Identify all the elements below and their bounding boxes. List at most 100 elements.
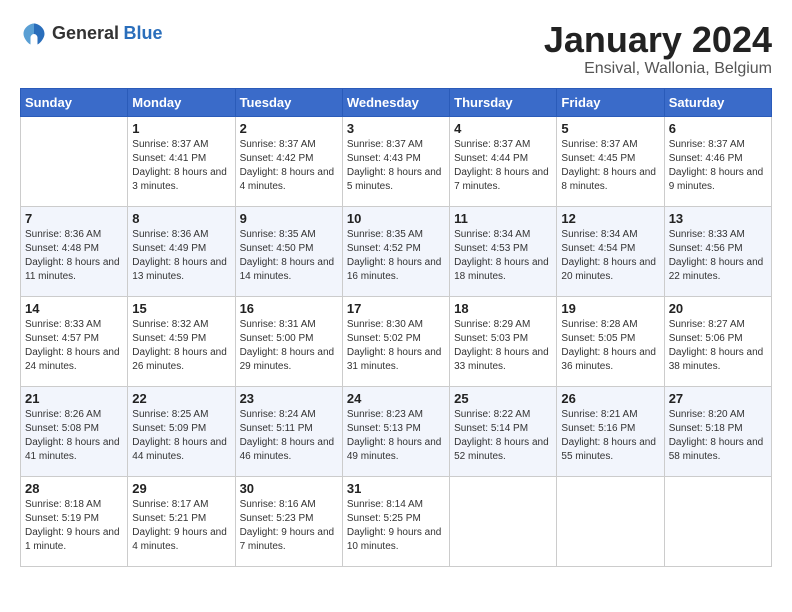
day-info: Sunrise: 8:24 AM Sunset: 5:11 PM Dayligh… bbox=[240, 408, 338, 464]
day-info: Sunrise: 8:32 AM Sunset: 4:59 PM Dayligh… bbox=[132, 318, 230, 374]
calendar-cell: 8 Sunrise: 8:36 AM Sunset: 4:49 PM Daylig… bbox=[128, 206, 235, 296]
header-saturday: Saturday bbox=[664, 88, 771, 116]
calendar-cell: 13Sunrise: 8:33 AM Sunset: 4:56 PM Dayli… bbox=[664, 206, 771, 296]
calendar-cell: 23 Sunrise: 8:24 AM Sunset: 5:11 PM Dayli… bbox=[235, 386, 342, 476]
day-info: Sunrise: 8:33 AM Sunset: 4:57 PM Dayligh… bbox=[25, 318, 123, 374]
day-number: 7 bbox=[25, 211, 123, 226]
calendar-header-row: Sunday Monday Tuesday Wednesday Thursday… bbox=[21, 88, 772, 116]
day-number: 5 bbox=[561, 121, 659, 136]
calendar-cell: 26 Sunrise: 8:21 AM Sunset: 5:16 PM Dayli… bbox=[557, 386, 664, 476]
day-number: 8 bbox=[132, 211, 230, 226]
calendar-cell: 24 Sunrise: 8:23 AM Sunset: 5:13 PM Dayli… bbox=[342, 386, 449, 476]
day-number: 2 bbox=[240, 121, 338, 136]
calendar-cell: 31 Sunrise: 8:14 AM Sunset: 5:25 PM Dayli… bbox=[342, 476, 449, 566]
day-number: 3 bbox=[347, 121, 445, 136]
day-number: 9 bbox=[240, 211, 338, 226]
day-number: 31 bbox=[347, 481, 445, 496]
day-info: Sunrise: 8:37 AM Sunset: 4:46 PM Dayligh… bbox=[669, 138, 767, 194]
day-info: Sunrise: 8:34 AM Sunset: 4:54 PM Dayligh… bbox=[561, 228, 659, 284]
day-number: 16 bbox=[240, 301, 338, 316]
calendar-cell: 4 Sunrise: 8:37 AM Sunset: 4:44 PM Daylig… bbox=[450, 116, 557, 206]
header-tuesday: Tuesday bbox=[235, 88, 342, 116]
day-number: 26 bbox=[561, 391, 659, 406]
day-info: Sunrise: 8:36 AM Sunset: 4:49 PM Dayligh… bbox=[132, 228, 230, 284]
day-number: 20 bbox=[669, 301, 767, 316]
calendar-cell: 27Sunrise: 8:20 AM Sunset: 5:18 PM Dayli… bbox=[664, 386, 771, 476]
day-number: 21 bbox=[25, 391, 123, 406]
day-number: 27 bbox=[669, 391, 767, 406]
day-number: 6 bbox=[669, 121, 767, 136]
day-info: Sunrise: 8:31 AM Sunset: 5:00 PM Dayligh… bbox=[240, 318, 338, 374]
day-info: Sunrise: 8:18 AM Sunset: 5:19 PM Dayligh… bbox=[25, 498, 123, 554]
calendar-cell: 10 Sunrise: 8:35 AM Sunset: 4:52 PM Dayli… bbox=[342, 206, 449, 296]
calendar-cell: 12 Sunrise: 8:34 AM Sunset: 4:54 PM Dayli… bbox=[557, 206, 664, 296]
day-number: 24 bbox=[347, 391, 445, 406]
day-info: Sunrise: 8:37 AM Sunset: 4:43 PM Dayligh… bbox=[347, 138, 445, 194]
day-info: Sunrise: 8:28 AM Sunset: 5:05 PM Dayligh… bbox=[561, 318, 659, 374]
day-info: Sunrise: 8:27 AM Sunset: 5:06 PM Dayligh… bbox=[669, 318, 767, 374]
logo: General Blue bbox=[20, 20, 163, 48]
location-subtitle: Ensival, Wallonia, Belgium bbox=[544, 60, 772, 78]
calendar-cell: 7Sunrise: 8:36 AM Sunset: 4:48 PM Daylig… bbox=[21, 206, 128, 296]
day-number: 1 bbox=[132, 121, 230, 136]
logo-general: General bbox=[52, 23, 119, 43]
calendar-cell: 5 Sunrise: 8:37 AM Sunset: 4:45 PM Daylig… bbox=[557, 116, 664, 206]
day-info: Sunrise: 8:14 AM Sunset: 5:25 PM Dayligh… bbox=[347, 498, 445, 554]
calendar-cell: 22Sunrise: 8:25 AM Sunset: 5:09 PM Dayli… bbox=[128, 386, 235, 476]
calendar-cell: 21 Sunrise: 8:26 AM Sunset: 5:08 PM Dayli… bbox=[21, 386, 128, 476]
page-header: General Blue January 2024 Ensival, Wallo… bbox=[20, 20, 772, 78]
calendar-cell: 18 Sunrise: 8:29 AM Sunset: 5:03 PM Dayli… bbox=[450, 296, 557, 386]
calendar-cell: 19 Sunrise: 8:28 AM Sunset: 5:05 PM Dayli… bbox=[557, 296, 664, 386]
logo-blue: Blue bbox=[124, 23, 163, 43]
day-info: Sunrise: 8:17 AM Sunset: 5:21 PM Dayligh… bbox=[132, 498, 230, 554]
day-number: 22 bbox=[132, 391, 230, 406]
calendar-cell bbox=[21, 116, 128, 206]
calendar-cell: 30Sunrise: 8:16 AM Sunset: 5:23 PM Dayli… bbox=[235, 476, 342, 566]
day-number: 15 bbox=[132, 301, 230, 316]
calendar-cell: 16 Sunrise: 8:31 AM Sunset: 5:00 PM Dayli… bbox=[235, 296, 342, 386]
calendar-week-row: 28 Sunrise: 8:18 AM Sunset: 5:19 PM Dayli… bbox=[21, 476, 772, 566]
day-info: Sunrise: 8:30 AM Sunset: 5:02 PM Dayligh… bbox=[347, 318, 445, 374]
day-number: 10 bbox=[347, 211, 445, 226]
calendar-cell: 6 Sunrise: 8:37 AM Sunset: 4:46 PM Daylig… bbox=[664, 116, 771, 206]
header-sunday: Sunday bbox=[21, 88, 128, 116]
day-info: Sunrise: 8:34 AM Sunset: 4:53 PM Dayligh… bbox=[454, 228, 552, 284]
day-info: Sunrise: 8:35 AM Sunset: 4:52 PM Dayligh… bbox=[347, 228, 445, 284]
day-number: 18 bbox=[454, 301, 552, 316]
day-info: Sunrise: 8:22 AM Sunset: 5:14 PM Dayligh… bbox=[454, 408, 552, 464]
calendar-cell: 11Sunrise: 8:34 AM Sunset: 4:53 PM Dayli… bbox=[450, 206, 557, 296]
calendar-table: Sunday Monday Tuesday Wednesday Thursday… bbox=[20, 88, 772, 567]
calendar-week-row: 1 Sunrise: 8:37 AM Sunset: 4:41 PM Daylig… bbox=[21, 116, 772, 206]
day-number: 28 bbox=[25, 481, 123, 496]
calendar-cell: 15 Sunrise: 8:32 AM Sunset: 4:59 PM Dayli… bbox=[128, 296, 235, 386]
day-number: 12 bbox=[561, 211, 659, 226]
day-info: Sunrise: 8:29 AM Sunset: 5:03 PM Dayligh… bbox=[454, 318, 552, 374]
calendar-cell: 29 Sunrise: 8:17 AM Sunset: 5:21 PM Dayli… bbox=[128, 476, 235, 566]
day-info: Sunrise: 8:37 AM Sunset: 4:45 PM Dayligh… bbox=[561, 138, 659, 194]
day-number: 4 bbox=[454, 121, 552, 136]
calendar-cell: 28 Sunrise: 8:18 AM Sunset: 5:19 PM Dayli… bbox=[21, 476, 128, 566]
calendar-week-row: 21 Sunrise: 8:26 AM Sunset: 5:08 PM Dayli… bbox=[21, 386, 772, 476]
header-monday: Monday bbox=[128, 88, 235, 116]
calendar-cell: 20 Sunrise: 8:27 AM Sunset: 5:06 PM Dayli… bbox=[664, 296, 771, 386]
day-info: Sunrise: 8:37 AM Sunset: 4:41 PM Dayligh… bbox=[132, 138, 230, 194]
day-info: Sunrise: 8:21 AM Sunset: 5:16 PM Dayligh… bbox=[561, 408, 659, 464]
calendar-cell bbox=[450, 476, 557, 566]
day-number: 23 bbox=[240, 391, 338, 406]
calendar-cell: 1 Sunrise: 8:37 AM Sunset: 4:41 PM Daylig… bbox=[128, 116, 235, 206]
day-info: Sunrise: 8:37 AM Sunset: 4:44 PM Dayligh… bbox=[454, 138, 552, 194]
calendar-cell: 3 Sunrise: 8:37 AM Sunset: 4:43 PM Daylig… bbox=[342, 116, 449, 206]
header-friday: Friday bbox=[557, 88, 664, 116]
calendar-cell: 2 Sunrise: 8:37 AM Sunset: 4:42 PM Daylig… bbox=[235, 116, 342, 206]
day-info: Sunrise: 8:23 AM Sunset: 5:13 PM Dayligh… bbox=[347, 408, 445, 464]
day-info: Sunrise: 8:37 AM Sunset: 4:42 PM Dayligh… bbox=[240, 138, 338, 194]
calendar-cell bbox=[664, 476, 771, 566]
day-number: 29 bbox=[132, 481, 230, 496]
header-wednesday: Wednesday bbox=[342, 88, 449, 116]
day-info: Sunrise: 8:26 AM Sunset: 5:08 PM Dayligh… bbox=[25, 408, 123, 464]
calendar-cell: 17Sunrise: 8:30 AM Sunset: 5:02 PM Dayli… bbox=[342, 296, 449, 386]
calendar-week-row: 14Sunrise: 8:33 AM Sunset: 4:57 PM Dayli… bbox=[21, 296, 772, 386]
calendar-cell: 9 Sunrise: 8:35 AM Sunset: 4:50 PM Daylig… bbox=[235, 206, 342, 296]
day-info: Sunrise: 8:35 AM Sunset: 4:50 PM Dayligh… bbox=[240, 228, 338, 284]
day-number: 19 bbox=[561, 301, 659, 316]
